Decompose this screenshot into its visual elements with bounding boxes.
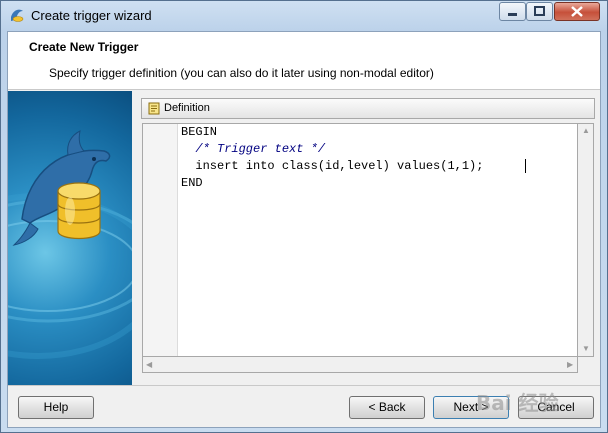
code-line: END (181, 176, 203, 190)
footer-divider (8, 385, 600, 386)
code-line-comment: /* Trigger text */ (181, 142, 326, 156)
help-button[interactable]: Help (18, 396, 94, 419)
maximize-icon (534, 6, 545, 16)
definition-tab[interactable]: Definition (141, 98, 595, 119)
watermark: Bai 经验 (476, 391, 559, 415)
sql-code-editor[interactable]: BEGIN /* Trigger text */ insert into cla… (142, 123, 578, 357)
back-button-label: < Back (368, 400, 406, 414)
maximize-button[interactable] (526, 2, 553, 21)
back-button[interactable]: < Back (349, 396, 425, 419)
page-title: Create New Trigger (29, 40, 139, 54)
scroll-up-icon[interactable]: ▲ (582, 126, 590, 135)
wizard-client-area: Create New Trigger Specify trigger defin… (7, 31, 601, 428)
scroll-left-icon[interactable]: ◀ (146, 360, 152, 369)
scroll-right-icon[interactable]: ▶ (567, 360, 573, 369)
help-button-label: Help (43, 400, 69, 414)
minimize-icon (508, 13, 517, 16)
close-button[interactable] (554, 2, 600, 21)
dolphin-database-illustration (8, 91, 132, 385)
app-dolphin-icon (11, 9, 24, 22)
horizontal-scrollbar[interactable]: ◀ ▶ (142, 356, 578, 373)
scroll-down-icon[interactable]: ▼ (582, 344, 590, 353)
definition-tab-label: Definition (164, 102, 210, 114)
title-bar[interactable]: Create trigger wizard (1, 1, 607, 31)
code-line: insert into class(id,level) values(1,1); (181, 159, 484, 173)
minimize-button[interactable] (499, 2, 526, 21)
definition-page-icon (148, 102, 160, 115)
close-icon (571, 6, 583, 17)
wizard-window: Create trigger wizard Create New Trigger… (0, 0, 608, 433)
vertical-scrollbar[interactable]: ▲ ▼ (577, 123, 594, 357)
code-line: BEGIN (181, 125, 218, 139)
editor-gutter (143, 124, 178, 356)
text-caret (525, 159, 526, 173)
window-title: Create trigger wizard (31, 8, 152, 23)
page-subtitle: Specify trigger definition (you can also… (49, 66, 434, 80)
wizard-header: Create New Trigger Specify trigger defin… (8, 32, 600, 90)
